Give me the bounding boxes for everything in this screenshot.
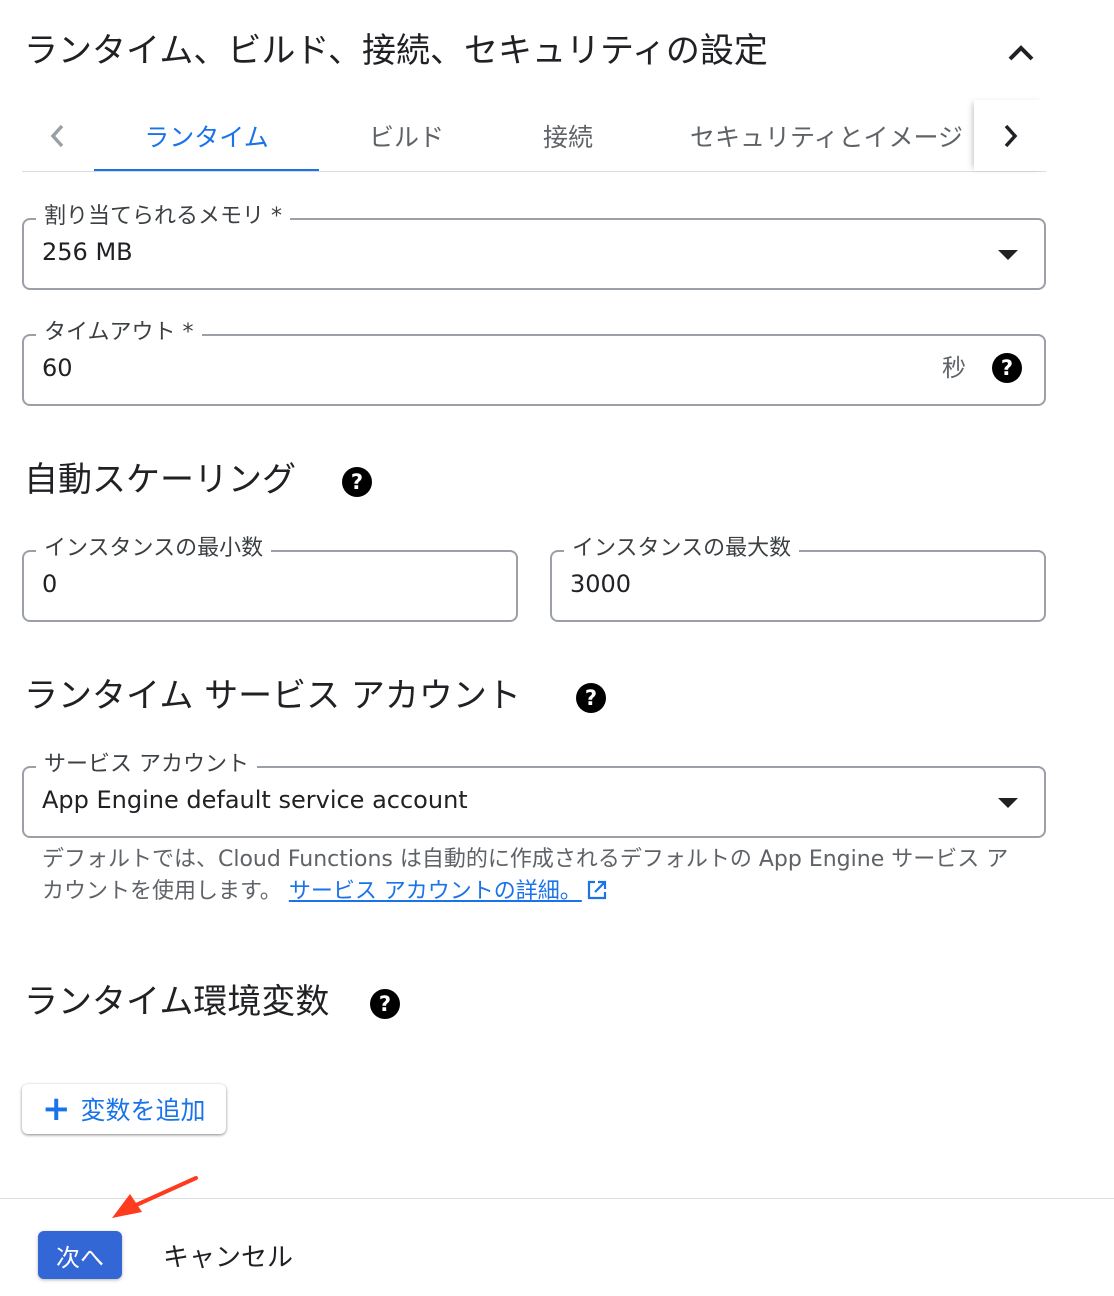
plus-icon: +	[42, 1089, 71, 1129]
external-link-icon	[587, 880, 606, 900]
min-instances-label: インスタンスの最小数	[36, 534, 272, 564]
section-title: ランタイム、ビルド、接続、セキュリティの設定	[24, 31, 768, 71]
env-vars-heading: ランタイム環境変数	[24, 982, 330, 1022]
memory-label: 割り当てられるメモリ *	[36, 202, 290, 232]
collapse-button[interactable]	[996, 30, 1046, 76]
dropdown-arrow-icon	[998, 250, 1018, 260]
service-account-select[interactable]: サービス アカウント App Engine default service ac…	[22, 750, 1046, 838]
service-account-value: App Engine default service account	[42, 786, 468, 814]
cancel-button[interactable]: キャンセル	[150, 1231, 306, 1279]
chevron-left-icon	[50, 124, 64, 147]
next-button[interactable]: 次へ	[38, 1231, 122, 1279]
memory-select[interactable]: 割り当てられるメモリ * 256 MB	[22, 202, 1046, 290]
timeout-unit: 秒	[942, 354, 966, 382]
help-icon[interactable]: ?	[370, 989, 400, 1019]
autoscaling-heading: 自動スケーリング	[24, 460, 296, 500]
memory-value: 256 MB	[42, 238, 133, 266]
chevron-right-icon	[1004, 124, 1018, 147]
tab-security-image[interactable]: セキュリティとイメージ	[642, 100, 974, 171]
service-account-label: サービス アカウント	[36, 750, 257, 780]
max-instances-field[interactable]: インスタンスの最大数 3000	[550, 534, 1046, 622]
annotation-arrow-icon	[112, 1176, 198, 1218]
add-variable-label: 変数を追加	[80, 1096, 206, 1125]
help-icon[interactable]: ?	[342, 467, 372, 497]
service-account-details-link-text: サービス アカウントの詳細。	[288, 879, 582, 904]
timeout-label: タイムアウト *	[36, 318, 202, 348]
dropdown-arrow-icon	[998, 798, 1018, 808]
tab-build[interactable]: ビルド	[319, 100, 494, 171]
add-variable-button[interactable]: + 変数を追加	[22, 1084, 226, 1134]
chevron-up-icon	[1008, 45, 1034, 61]
timeout-field[interactable]: タイムアウト * 60 秒 ?	[22, 318, 1046, 406]
tab-connection[interactable]: 接続	[494, 100, 642, 171]
min-instances-value: 0	[42, 570, 58, 598]
service-account-hint: デフォルトでは、Cloud Functions は自動的に作成されるデフォルトの…	[42, 844, 1022, 908]
tab-bar: ランタイム ビルド 接続 セキュリティとイメージ	[22, 100, 1046, 172]
tab-scroll-left-button[interactable]	[22, 100, 94, 171]
help-icon[interactable]: ?	[576, 683, 606, 713]
tab-scroll-right-button[interactable]	[974, 100, 1046, 171]
tab-runtime[interactable]: ランタイム	[94, 100, 319, 171]
help-icon[interactable]: ?	[992, 353, 1022, 383]
service-account-details-link[interactable]: サービス アカウントの詳細。	[289, 879, 582, 904]
max-instances-value: 3000	[570, 570, 632, 598]
timeout-value: 60	[42, 354, 73, 382]
min-instances-field[interactable]: インスタンスの最小数 0	[22, 534, 518, 622]
max-instances-label: インスタンスの最大数	[564, 534, 800, 564]
service-account-heading: ランタイム サービス アカウント	[24, 676, 521, 716]
